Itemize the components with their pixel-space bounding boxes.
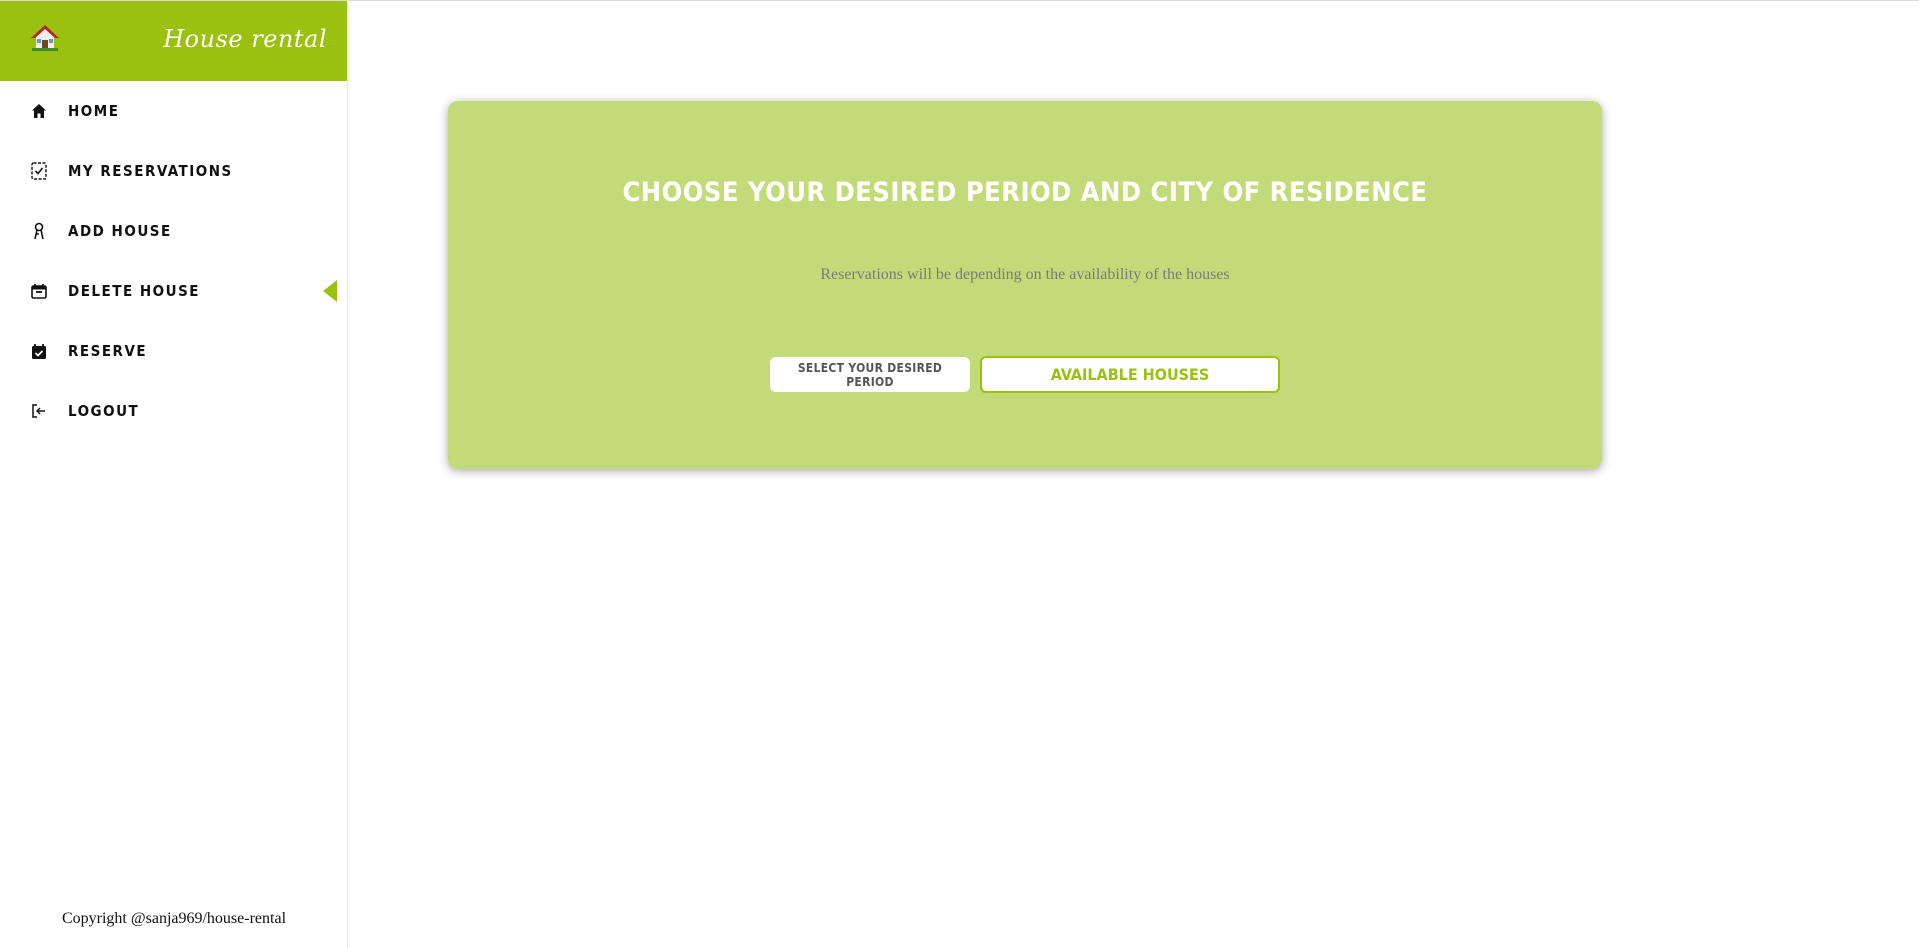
sidebar-item-label: DELETE HOUSE [68,282,201,300]
calendar-check-icon [30,342,48,360]
sidebar-item-label: ADD HOUSE [68,222,172,240]
page-title: CHOOSE YOUR DESIRED PERIOD AND CITY OF R… [622,177,1428,208]
search-card: CHOOSE YOUR DESIRED PERIOD AND CITY OF R… [448,101,1602,469]
home-icon [30,102,48,120]
key-icon [30,222,48,240]
copyright-text: Copyright @sanja969/house-rental [61,910,287,927]
checklist-icon [30,162,48,180]
select-period-button[interactable]: SELECT YOUR DESIRED PERIOD [770,357,970,392]
sidebar-item-reserve[interactable]: RESERVE [0,321,347,381]
sidebar-item-add-house[interactable]: ADD HOUSE [0,201,347,261]
logout-icon [30,402,48,420]
sidebar: House rental HOME MY RESERVATIONS ADD HO… [0,1,348,948]
sidebar-item-home[interactable]: HOME [0,81,347,141]
active-indicator [323,280,337,302]
sidebar-nav: HOME MY RESERVATIONS ADD HOUSE DELETE HO… [0,81,347,441]
sidebar-item-label: RESERVE [68,342,148,360]
card-subtitle: Reservations will be depending on the av… [820,266,1230,283]
sidebar-item-label: MY RESERVATIONS [68,162,233,180]
brand-title: House rental [163,25,327,53]
available-houses-button[interactable]: AVAILABLE HOUSES [980,356,1280,393]
calendar-delete-icon [30,282,48,300]
app-window: House rental HOME MY RESERVATIONS ADD HO… [0,0,1919,948]
sidebar-item-logout[interactable]: LOGOUT [0,381,347,441]
sidebar-item-label: HOME [68,102,120,120]
house-logo-icon[interactable] [30,23,60,53]
sidebar-item-delete-house[interactable]: DELETE HOUSE [0,261,347,321]
brand-header: House rental [0,1,347,81]
sidebar-item-label: LOGOUT [68,402,140,420]
sidebar-item-my-reservations[interactable]: MY RESERVATIONS [0,141,347,201]
